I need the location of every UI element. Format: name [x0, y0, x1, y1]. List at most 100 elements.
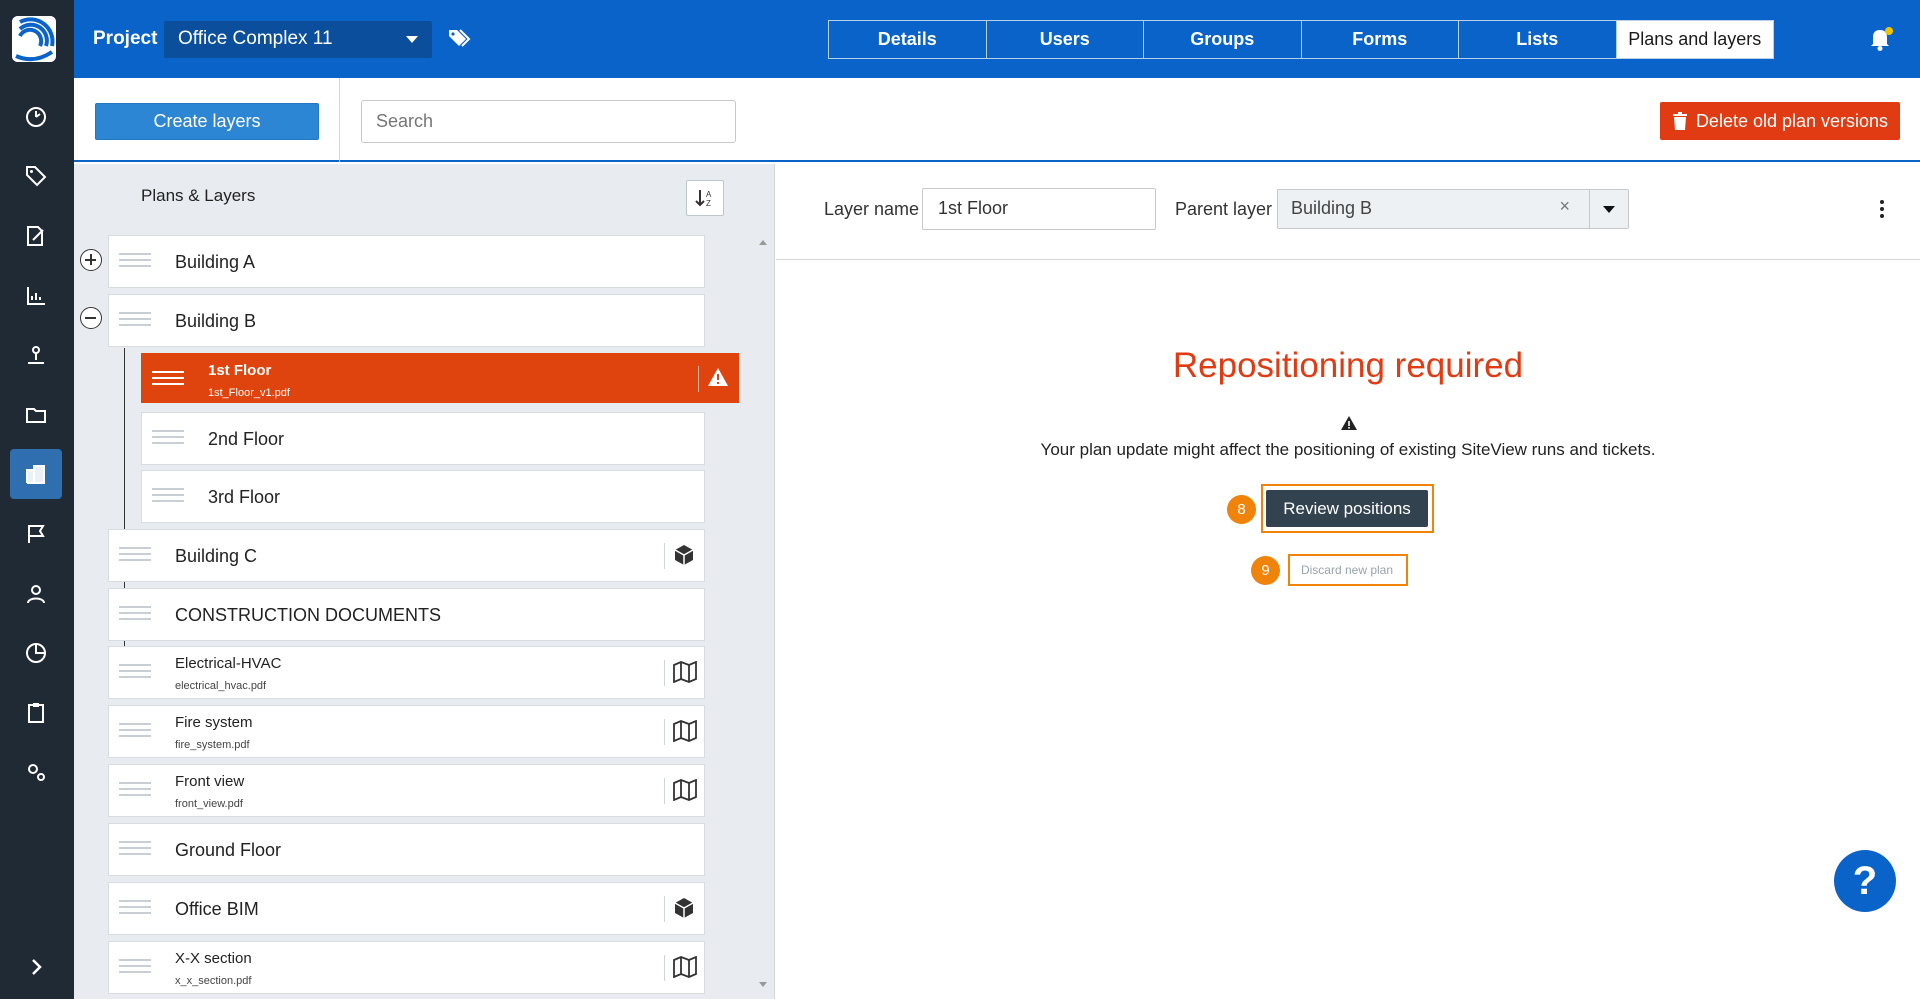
search-input[interactable] — [361, 100, 736, 143]
expand-building-a[interactable] — [80, 249, 102, 271]
drag-handle-icon[interactable] — [119, 959, 151, 977]
app-logo[interactable] — [12, 16, 56, 62]
svg-text:Z: Z — [706, 199, 711, 208]
project-name: Office Complex 11 — [178, 28, 333, 49]
list-item[interactable]: Office BIM — [108, 882, 705, 935]
delete-label: Delete old plan versions — [1695, 110, 1889, 131]
nav-rail — [0, 0, 74, 999]
collapse-building-b[interactable] — [80, 307, 102, 329]
flag-icon[interactable] — [10, 509, 62, 559]
select-divider — [1589, 190, 1590, 228]
repositioning-heading: Repositioning required — [1172, 346, 1524, 385]
plans-layers-tree: Plans & Layers AZ Building A Building B … — [74, 164, 775, 999]
tag-icon[interactable] — [10, 151, 62, 201]
step-badge: 9 — [1251, 556, 1280, 585]
list-item-selected[interactable]: 1st Floor 1st_Floor_v1.pdf — [141, 353, 739, 403]
list-item[interactable]: Front view front_view.pdf — [108, 764, 705, 817]
item-title: Front view — [175, 773, 245, 790]
item-title: 1st Floor — [208, 362, 272, 379]
discard-new-plan-button[interactable]: Discard new plan — [1293, 558, 1401, 582]
warning-icon — [1340, 415, 1358, 431]
drag-handle-icon[interactable] — [119, 312, 151, 330]
clipboard-icon[interactable] — [10, 688, 62, 738]
expand-rail-icon[interactable] — [10, 942, 62, 992]
list-item[interactable]: Ground Floor — [108, 823, 705, 876]
drag-handle-icon[interactable] — [119, 606, 151, 624]
item-title: Fire system — [175, 714, 253, 731]
settings-icon[interactable] — [10, 747, 62, 797]
tab-details[interactable]: Details — [828, 20, 987, 59]
create-layers-button[interactable]: Create layers — [95, 103, 319, 140]
tab-forms[interactable]: Forms — [1300, 20, 1459, 59]
scroll-down-arrow[interactable] — [759, 982, 767, 987]
list-item[interactable]: CONSTRUCTION DOCUMENTS — [108, 588, 705, 641]
chevron-down-icon — [406, 36, 418, 43]
delete-old-plan-versions-button[interactable]: Delete old plan versions — [1660, 102, 1900, 140]
item-title: Ground Floor — [175, 840, 282, 860]
parent-layer-select[interactable]: Building B × — [1277, 189, 1629, 229]
edit-document-icon[interactable] — [10, 211, 62, 261]
step-badge: 8 — [1227, 495, 1256, 524]
notification-dot — [1885, 27, 1893, 35]
help-button[interactable]: ? — [1834, 850, 1896, 912]
tab-plans-and-layers[interactable]: Plans and layers — [1615, 20, 1774, 59]
item-title: Office BIM — [175, 899, 259, 919]
drag-handle-icon[interactable] — [119, 841, 151, 859]
toolbar-divider — [339, 78, 340, 162]
drag-handle-icon[interactable] — [119, 547, 151, 565]
tags-icon[interactable] — [446, 26, 472, 52]
chevron-down-icon[interactable] — [1603, 206, 1615, 213]
dashboard-icon[interactable] — [10, 92, 62, 142]
drag-handle-icon[interactable] — [152, 488, 184, 506]
repositioning-message: Your plan update might affect the positi… — [1040, 440, 1656, 459]
list-item[interactable]: 3rd Floor — [141, 470, 705, 523]
tab-users[interactable]: Users — [985, 20, 1144, 59]
item-filename: 1st_Floor_v1.pdf — [208, 387, 290, 399]
item-title: X-X section — [175, 950, 252, 967]
list-item[interactable]: Building A — [108, 235, 705, 288]
more-options-icon[interactable] — [1880, 200, 1884, 221]
item-title: CONSTRUCTION DOCUMENTS — [175, 605, 441, 625]
layer-detail-header: Layer name 1st Floor Parent layer Buildi… — [776, 164, 1920, 260]
map-icon — [664, 778, 697, 804]
item-filename: electrical_hvac.pdf — [175, 680, 267, 692]
list-item[interactable]: Building B — [108, 294, 705, 347]
list-item[interactable]: Building C — [108, 529, 705, 582]
review-positions-button[interactable]: Review positions — [1266, 490, 1428, 527]
drag-handle-icon[interactable] — [119, 253, 151, 271]
pie-chart-icon[interactable] — [10, 628, 62, 678]
drag-handle-icon[interactable] — [152, 371, 184, 389]
location-pin-icon[interactable] — [10, 330, 62, 380]
clear-icon[interactable]: × — [1559, 196, 1570, 217]
item-filename: x_x_section.pdf — [175, 975, 252, 987]
list-item[interactable]: X-X section x_x_section.pdf — [108, 941, 705, 994]
list-item[interactable]: Fire system fire_system.pdf — [108, 705, 705, 758]
item-title: Building C — [175, 546, 258, 566]
scroll-up-arrow[interactable] — [759, 240, 767, 245]
sort-button[interactable]: AZ — [686, 180, 724, 216]
drag-handle-icon[interactable] — [119, 900, 151, 918]
map-icon — [664, 955, 697, 981]
drag-handle-icon[interactable] — [152, 430, 184, 448]
map-icon — [664, 719, 697, 745]
parent-layer-value: Building B — [1291, 198, 1373, 218]
project-select[interactable]: Office Complex 11 — [164, 21, 432, 58]
folder-icon[interactable] — [10, 390, 62, 440]
item-title: 3rd Floor — [208, 487, 281, 507]
list-item[interactable]: Electrical-HVAC electrical_hvac.pdf — [108, 646, 705, 699]
layer-name-input[interactable]: 1st Floor — [922, 188, 1156, 230]
drag-handle-icon[interactable] — [119, 723, 151, 741]
drag-handle-icon[interactable] — [119, 664, 151, 682]
item-title: Building A — [175, 252, 256, 272]
item-filename: front_view.pdf — [175, 798, 243, 810]
tab-groups[interactable]: Groups — [1143, 20, 1302, 59]
toolbar: Create layers Delete old plan versions — [74, 78, 1920, 162]
user-icon[interactable] — [10, 569, 62, 619]
chart-icon[interactable] — [10, 271, 62, 321]
project-tabs: Details Users Groups Forms Lists Plans a… — [828, 20, 1774, 59]
drag-handle-icon[interactable] — [119, 782, 151, 800]
project-label: Project — [93, 28, 158, 49]
tab-lists[interactable]: Lists — [1458, 20, 1617, 59]
buildings-icon[interactable] — [10, 449, 62, 499]
list-item[interactable]: 2nd Floor — [141, 412, 705, 465]
